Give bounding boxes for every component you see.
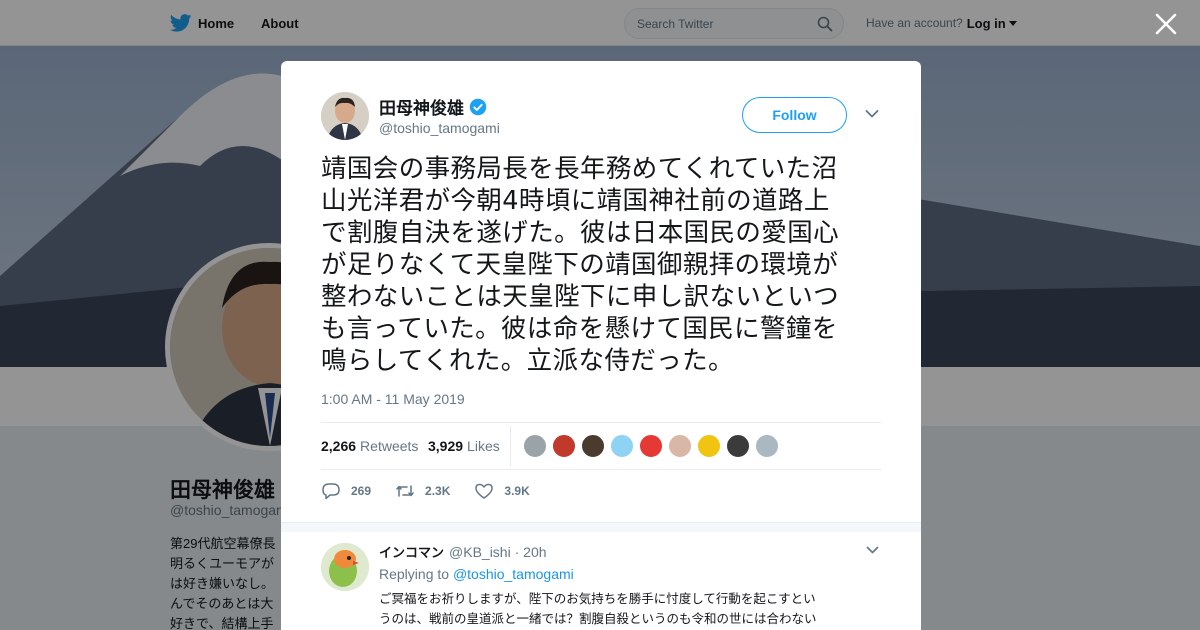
section-divider — [281, 522, 921, 532]
author-name-text: 田母神俊雄 — [379, 99, 464, 118]
author-avatar[interactable] — [321, 92, 369, 140]
retweet-action[interactable]: 2.3K — [395, 482, 450, 500]
retweets-action-count: 2.3K — [425, 484, 451, 498]
reply-author-name[interactable]: インコマン — [379, 542, 444, 561]
replying-to: Replying to @toshio_tamogami — [379, 566, 574, 582]
chevron-down-icon[interactable] — [865, 109, 879, 119]
reply-header: インコマン @KB_ishi · 20h — [379, 542, 547, 562]
reply-time-separator: · — [510, 543, 524, 560]
tweet-modal: 田母神俊雄 @toshio_tamogami Follow 靖国会の事務局長を長… — [281, 61, 921, 630]
reply-text-line: ご冥福をお祈りしますが、陛下のお気持ちを勝手に忖度して行動を起こすとい — [379, 591, 816, 606]
chevron-down-icon[interactable] — [866, 546, 879, 555]
retweet-icon — [396, 485, 414, 497]
likes-count: 3,929 — [428, 438, 464, 454]
liker-avatar[interactable] — [523, 434, 547, 458]
tweet-text-line: で割腹自決を遂げた。彼は日本国民の愛国心 — [321, 218, 840, 248]
tweet-timestamp[interactable]: 1:00 AM - 11 May 2019 — [321, 391, 465, 407]
reply-text: ご冥福をお祈りしますが、陛下のお気持ちを勝手に忖度して行動を起こすとい うのは、… — [379, 589, 879, 629]
tweet-text-line: も言っていた。彼は命を懸けて国民に警鐘を — [321, 314, 838, 344]
follow-button[interactable]: Follow — [742, 97, 847, 133]
tweet-text-line: が足りなくて天皇陛下の靖国御親拝の環境が — [321, 250, 839, 280]
author-handle[interactable]: @toshio_tamogami — [379, 120, 500, 136]
tweet-text-line: 鳴らしてくれた。立派な侍だった。 — [321, 346, 734, 376]
replying-to-link[interactable]: @toshio_tamogami — [453, 566, 574, 582]
reply-author-handle[interactable]: @KB_ishi — [449, 544, 511, 560]
author-photo — [321, 92, 369, 140]
heart-icon — [475, 483, 494, 499]
liker-avatar[interactable] — [610, 434, 634, 458]
likes-stat[interactable]: 3,929 Likes — [428, 423, 500, 469]
author-name[interactable]: 田母神俊雄 — [379, 94, 487, 119]
tweet-text-line: 靖国会の事務局長を長年務めてくれていた沼 — [321, 154, 838, 184]
reply-action[interactable]: 269 — [321, 482, 371, 500]
liker-avatars — [523, 434, 784, 458]
close-icon[interactable] — [1154, 12, 1178, 36]
reply-time[interactable]: 20h — [523, 544, 546, 560]
tweet-text-line: 整わないことは天皇陛下に申し訳ないといつ — [321, 282, 840, 312]
tweet-text-line: 山光洋君が今朝4時頃に靖国神社前の道路上 — [321, 186, 830, 216]
retweets-count: 2,266 — [321, 438, 357, 454]
reply-avatar-photo — [321, 543, 369, 591]
reply-icon — [322, 483, 340, 500]
reply-avatar[interactable] — [321, 543, 369, 591]
liker-avatar[interactable] — [552, 434, 576, 458]
likes-label: Likes — [467, 438, 500, 454]
tweet-text: 靖国会の事務局長を長年務めてくれていた沼 山光洋君が今朝4時頃に靖国神社前の道路… — [321, 153, 891, 377]
like-action[interactable]: 3.9K — [474, 482, 530, 500]
retweets-label: Retweets — [360, 438, 419, 454]
liker-avatar[interactable] — [639, 434, 663, 458]
liker-avatar[interactable] — [697, 434, 721, 458]
liker-avatar[interactable] — [581, 434, 605, 458]
tweet-stats: 2,266 Retweets 3,929 Likes — [321, 422, 881, 470]
verified-badge-icon — [469, 98, 487, 115]
tweet-actions: 269 2.3K 3.9K — [321, 479, 554, 503]
likes-action-count: 3.9K — [504, 484, 530, 498]
retweets-stat[interactable]: 2,266 Retweets — [321, 423, 418, 469]
liker-avatar[interactable] — [726, 434, 750, 458]
replies-count: 269 — [351, 484, 372, 498]
replying-prefix: Replying to — [379, 566, 450, 582]
liker-avatar[interactable] — [755, 434, 779, 458]
reply-text-line: うのは、戦前の皇道派と一緒では？割腹自殺というのも令和の世には合わない — [379, 611, 817, 626]
divider — [510, 426, 511, 466]
liker-avatar[interactable] — [668, 434, 692, 458]
